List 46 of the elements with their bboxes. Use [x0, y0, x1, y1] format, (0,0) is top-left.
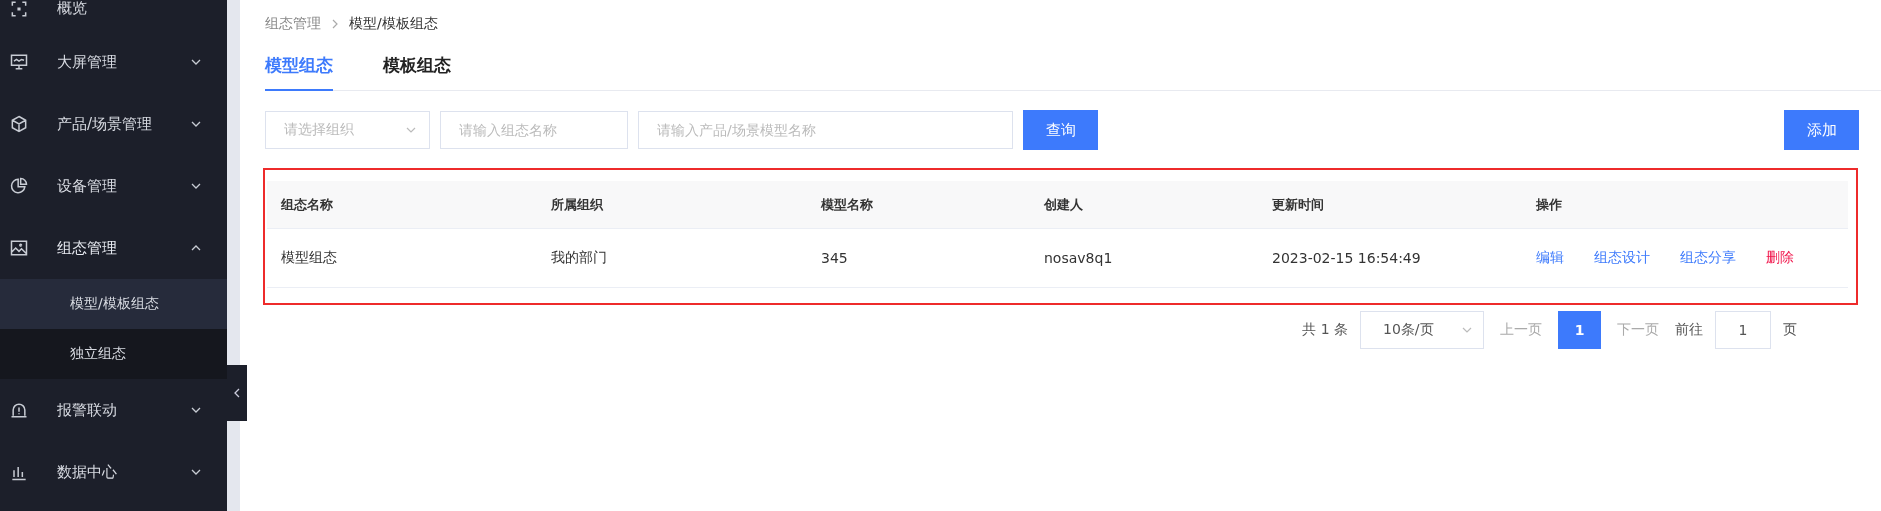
collapse-handle[interactable] — [227, 365, 247, 421]
table-cell-text: 2023-02-15 16:54:49 — [1272, 250, 1422, 266]
menu-item[interactable]: 报警联动 — [0, 379, 227, 441]
table-cell-text: 我的部门 — [551, 249, 608, 267]
submenu-item[interactable]: 模型/模板组态 — [0, 279, 227, 329]
monitor-icon — [9, 52, 29, 72]
table-cell-text: nosav8q1 — [1044, 250, 1114, 266]
action-link[interactable]: 组态分享 — [1680, 249, 1736, 267]
breadcrumb-item: 模型/模板组态 — [349, 15, 438, 33]
column-header: 更新时间 — [1272, 195, 1325, 214]
menu-item[interactable]: 产品/场景管理 — [0, 93, 227, 155]
query-button[interactable]: 查询 — [1023, 110, 1098, 150]
name-search-field[interactable]: 请输入组态名称 — [440, 111, 628, 149]
goto-label: 前往 — [1675, 321, 1703, 339]
action-link[interactable]: 编辑 — [1536, 249, 1564, 267]
cube-icon — [9, 114, 29, 134]
column-header: 操作 — [1536, 195, 1563, 214]
add-button[interactable]: 添加 — [1784, 110, 1859, 150]
tab[interactable]: 模型组态 — [265, 48, 333, 91]
page-suffix: 页 — [1783, 321, 1797, 339]
focus-icon — [9, 0, 29, 19]
page-number-button[interactable]: 1 — [1558, 311, 1601, 349]
pie-icon — [9, 176, 29, 196]
menu-item[interactable]: 概览 — [0, 0, 227, 31]
model-search-field[interactable]: 请输入产品/场景模型名称 — [638, 111, 1013, 149]
image-icon — [9, 238, 29, 258]
column-header: 模型名称 — [821, 195, 874, 214]
column-header: 创建人 — [1044, 195, 1084, 214]
column-header: 组态名称 — [281, 195, 334, 214]
menu-item[interactable]: 组态管理 — [0, 217, 227, 279]
menu-item[interactable]: 大屏管理 — [0, 31, 227, 93]
goto-page-field[interactable]: 1 — [1715, 311, 1771, 349]
menu-item[interactable]: 数据中心 — [0, 441, 227, 503]
tab[interactable]: 模板组态 — [383, 48, 451, 91]
breadcrumb-item[interactable]: 组态管理 — [265, 15, 321, 33]
page-size-select[interactable]: 10条/页 — [1360, 311, 1484, 349]
total-count: 共 1 条 — [1302, 321, 1348, 339]
action-link[interactable]: 删除 — [1766, 249, 1794, 267]
submenu-item[interactable]: 独立组态 — [0, 329, 227, 379]
table-cell-text: 模型组态 — [281, 249, 338, 267]
menu-item[interactable]: 设备管理 — [0, 155, 227, 217]
action-link[interactable]: 组态设计 — [1594, 249, 1650, 267]
chevron-left-icon — [233, 387, 241, 399]
column-header: 所属组织 — [551, 195, 604, 214]
table-cell-text: 345 — [821, 250, 849, 266]
chevron-right-icon — [331, 18, 339, 30]
